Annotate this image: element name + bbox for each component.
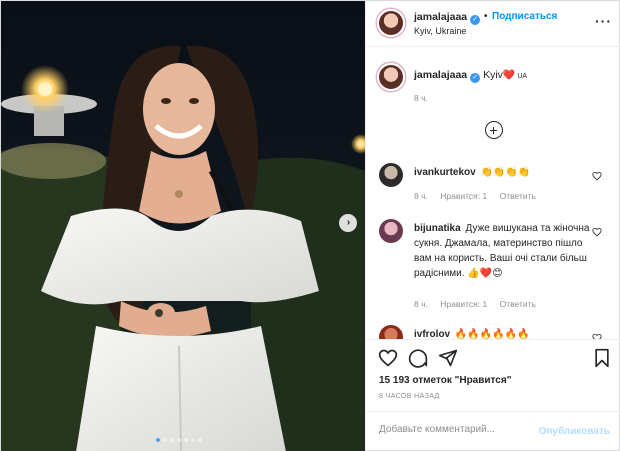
comment-time[interactable]: 8 ч. — [414, 299, 428, 309]
comment-text-block: ivankurtekov 👏👏👏👏 — [414, 165, 592, 180]
carousel-dot — [163, 438, 167, 442]
post-actions-bar — [366, 339, 620, 375]
comment-likes[interactable]: Нравится: 1 — [440, 299, 487, 309]
carousel-dot — [156, 438, 160, 442]
comment-meta: 8 ч. Нравится: 1 Ответить — [414, 299, 546, 309]
save-bookmark-icon[interactable] — [592, 348, 612, 368]
post-sidebar: jamalajaaa ✓ • Подписаться Kyiv, Ukraine … — [365, 1, 620, 451]
comment-meta: 8 ч. Нравится: 1 Ответить — [414, 191, 546, 201]
reply-button[interactable]: Ответить — [500, 299, 536, 309]
commenter-avatar[interactable] — [379, 219, 403, 243]
commenter-username[interactable]: bijunatika — [414, 223, 461, 234]
instagram-post: › jamalajaaa ✓ • Подписаться Kyiv, Ukrain… — [0, 0, 620, 451]
post-time-ago[interactable]: 8 ЧАСОВ НАЗАД — [379, 393, 440, 400]
post-photo[interactable]: › — [1, 1, 365, 451]
caption-line: jamalajaaa ✓ Kyiv❤️ UA — [414, 69, 527, 83]
caption-username[interactable]: jamalajaaa — [414, 69, 467, 81]
header-separator: • — [484, 11, 488, 22]
carousel-dot — [177, 438, 181, 442]
post-header: jamalajaaa ✓ • Подписаться Kyiv, Ukraine … — [366, 1, 620, 47]
follow-button[interactable]: Подписаться — [492, 11, 557, 22]
carousel-dot — [184, 438, 188, 442]
likes-count[interactable]: 15 193 отметок "Нравится" — [379, 375, 511, 386]
author-avatar[interactable] — [377, 9, 405, 37]
reply-button[interactable]: Ответить — [500, 191, 536, 201]
post-location[interactable]: Kyiv, Ukraine — [414, 26, 466, 36]
commenter-username[interactable]: ivankurtekov — [414, 167, 476, 178]
comment-text-block: bijunatika Дуже вишукана та жіночна сукн… — [414, 221, 592, 281]
next-photo-button[interactable]: › — [339, 214, 357, 232]
comment-likes[interactable]: Нравится: 1 — [440, 191, 487, 201]
comment-text-block: ivfrolov 🔥🔥🔥🔥🔥🔥 — [414, 327, 592, 339]
load-more-comments-button[interactable] — [485, 121, 503, 139]
comment-text: 🔥🔥🔥🔥🔥🔥 — [454, 329, 530, 339]
comments-section: jamalajaaa ✓ Kyiv❤️ UA 8 ч. ivankurtekov 👏… — [366, 47, 620, 339]
caption-emoji: ❤️ — [502, 70, 516, 81]
author-username[interactable]: jamalajaaa ✓ — [414, 11, 481, 25]
carousel-indicator — [156, 438, 202, 442]
comment-time[interactable]: 8 ч. — [414, 191, 428, 201]
publish-comment-button[interactable]: Опубликовать — [539, 426, 610, 437]
caption-text: Kyiv — [483, 69, 503, 81]
caption-time[interactable]: 8 ч. — [414, 93, 428, 103]
like-comment-icon[interactable] — [592, 171, 602, 181]
carousel-dot — [191, 438, 195, 442]
comment-text: 👏👏👏👏 — [480, 167, 531, 178]
like-heart-icon[interactable] — [378, 348, 398, 368]
comment-input[interactable] — [379, 424, 539, 435]
more-options-icon[interactable]: ··· — [595, 13, 612, 29]
verified-badge-icon: ✓ — [470, 15, 481, 25]
caption-author-avatar[interactable] — [377, 63, 405, 91]
caption-flag: UA — [517, 73, 528, 80]
carousel-dot — [170, 438, 174, 442]
commenter-avatar[interactable] — [379, 163, 403, 187]
carousel-dot — [198, 438, 202, 442]
chevron-right-icon: › — [346, 217, 351, 228]
share-send-icon[interactable] — [438, 348, 458, 368]
verified-badge-icon: ✓ — [470, 73, 481, 83]
photo-illustration — [1, 1, 365, 451]
commenter-avatar[interactable] — [379, 325, 403, 339]
add-comment-bar: Опубликовать — [366, 411, 620, 451]
like-comment-icon[interactable] — [592, 227, 602, 237]
commenter-username[interactable]: ivfrolov — [414, 329, 450, 339]
comment-bubble-icon[interactable] — [408, 348, 428, 368]
